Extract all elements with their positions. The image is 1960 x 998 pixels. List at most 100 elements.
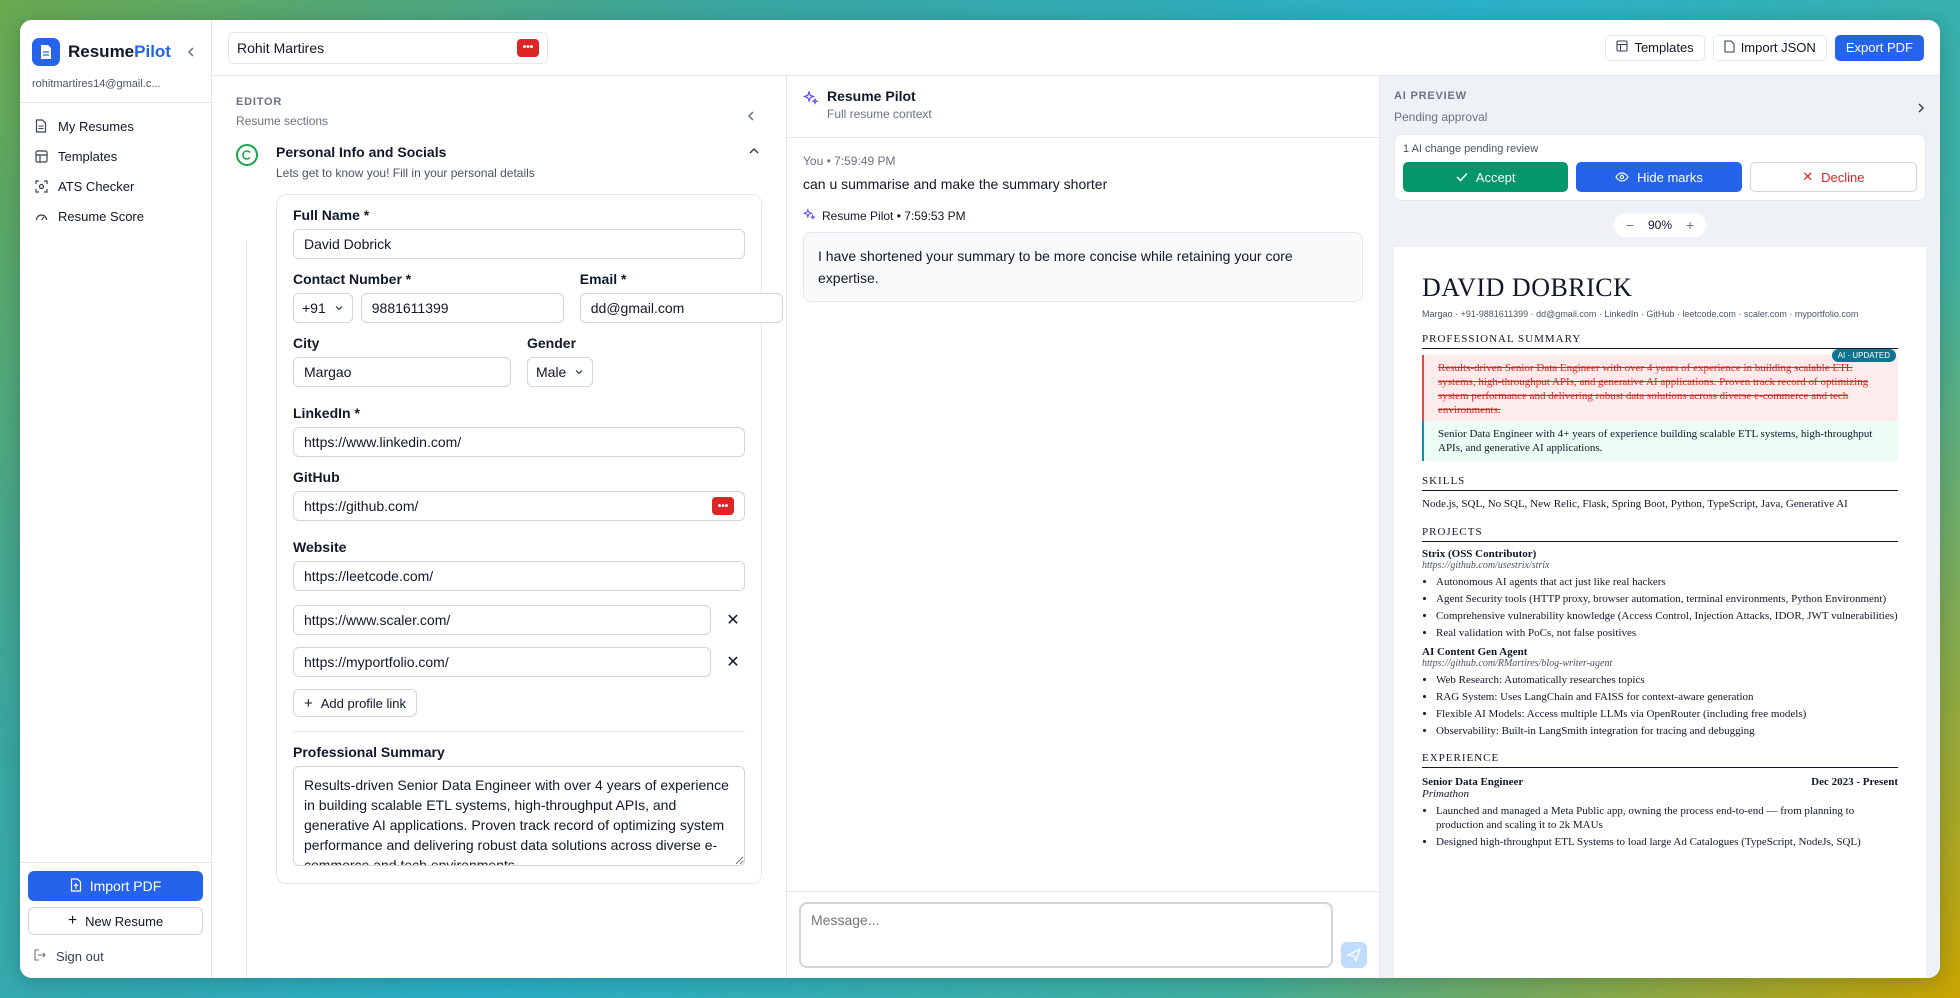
email-input[interactable] <box>590 300 772 316</box>
gender-select[interactable]: Male <box>527 357 594 387</box>
country-code-select[interactable]: +91 <box>293 293 353 323</box>
scan-icon <box>34 179 48 193</box>
sidebar-item-label: ATS Checker <box>58 178 135 194</box>
list-item: Web Research: Automatically researches t… <box>1436 673 1898 687</box>
zoom-control: − 90% + <box>1613 213 1707 237</box>
export-pdf-button[interactable]: Export PDF <box>1834 34 1924 61</box>
new-resume-label: New Resume <box>85 913 164 929</box>
chevron-up-icon[interactable] <box>748 144 762 162</box>
import-pdf-label: Import PDF <box>89 878 162 894</box>
accept-button[interactable]: Accept <box>1403 162 1569 192</box>
layout-icon <box>34 149 48 163</box>
main-area: ••• Templates Import JSON Export PDF <box>212 20 1940 978</box>
zoom-out-minus-icon[interactable]: − <box>1626 217 1634 233</box>
remove-link-close-icon[interactable]: ✕ <box>721 608 745 632</box>
collapse-editor-chevron-left-icon[interactable] <box>746 108 762 124</box>
professional-summary-textarea[interactable]: Results-driven Senior Data Engineer with… <box>293 766 745 866</box>
phone-input[interactable] <box>371 300 553 316</box>
section-timeline <box>246 241 247 978</box>
add-profile-link-button[interactable]: + Add profile link <box>293 689 418 717</box>
sidebar-item-my-resumes[interactable]: My Resumes <box>26 111 205 141</box>
chat-header: Resume Pilot Full resume context <box>787 76 1379 138</box>
sidebar-item-resume-score[interactable]: Resume Score <box>26 201 205 231</box>
resume-contact: Margao · +91-9881611399 · dd@gmail.com ·… <box>1422 309 1859 319</box>
resume-section-heading: SKILLS <box>1422 475 1898 491</box>
chat-input-bar <box>787 891 1379 978</box>
section-personal-info-header[interactable]: Personal Info and Socials Lets get to kn… <box>236 144 762 180</box>
city-label: City <box>293 335 320 351</box>
profile-link-input[interactable] <box>304 612 700 628</box>
profile-link-input[interactable] <box>304 654 700 670</box>
message-input[interactable] <box>799 902 1333 968</box>
sidebar-bottom: Import PDF + New Resume Sign out <box>20 862 211 978</box>
website-input[interactable] <box>304 568 734 584</box>
decline-button[interactable]: ✕ Decline <box>1749 162 1917 192</box>
city-input[interactable] <box>304 364 500 380</box>
import-pdf-button[interactable]: Import PDF <box>28 871 203 901</box>
sidebar-item-templates[interactable]: Templates <box>26 141 205 171</box>
list-item: Observability: Built-in LangSmith integr… <box>1436 724 1898 738</box>
import-json-button[interactable]: Import JSON <box>1712 34 1827 61</box>
password-manager-icon[interactable]: ••• <box>517 38 539 57</box>
list-item: Launched and managed a Meta Public app, … <box>1436 804 1898 832</box>
section-title: Personal Info and Socials <box>276 144 447 160</box>
sidebar-item-label: Templates <box>58 148 118 164</box>
list-item: RAG System: Uses LangChain and FAISS for… <box>1436 690 1898 704</box>
send-icon[interactable] <box>1341 942 1367 968</box>
resume-section-heading: PROJECTS <box>1422 526 1898 542</box>
remove-link-close-icon[interactable]: ✕ <box>721 650 745 674</box>
collapse-preview-chevron-right-icon[interactable] <box>1916 100 1926 118</box>
assistant-meta-text: Resume Pilot • 7:59:53 PM <box>822 209 966 223</box>
collapse-sidebar-chevron-left-icon[interactable] <box>181 42 201 62</box>
password-manager-icon[interactable]: ••• <box>712 497 734 515</box>
full-name-input[interactable] <box>304 236 734 252</box>
progress-circle-icon <box>236 144 258 166</box>
hide-marks-button[interactable]: Hide marks <box>1576 162 1742 192</box>
sparkles-icon <box>802 208 816 224</box>
project-title: Strix (OSS Contributor) <box>1422 548 1537 560</box>
summary-old-text: Results-driven Senior Data Engineer with… <box>1422 355 1898 421</box>
experience-company: Primathon <box>1422 788 1470 800</box>
check-icon <box>1456 170 1468 185</box>
close-icon: ✕ <box>1802 169 1814 184</box>
divider <box>293 731 745 732</box>
resume-skills: Node.js, SQL, No SQL, New Relic, Flask, … <box>1422 498 1848 510</box>
resume-section-heading: EXPERIENCE <box>1422 752 1898 768</box>
professional-summary-label: Professional Summary <box>293 744 445 760</box>
linkedin-input[interactable] <box>304 434 734 450</box>
ai-updated-badge: AI · UPDATED <box>1831 349 1896 362</box>
github-input[interactable] <box>304 498 712 514</box>
resume-title-field: ••• <box>228 31 548 64</box>
file-json-icon <box>1724 39 1735 56</box>
review-actions: Accept Hide marks ✕ Decline <box>1403 162 1917 192</box>
assistant-message-meta: Resume Pilot • 7:59:53 PM <box>802 208 1363 224</box>
resume-title-input[interactable] <box>237 39 517 56</box>
project-bullets: Web Research: Automatically researches t… <box>1436 673 1898 738</box>
website-label: Website <box>293 539 347 555</box>
new-resume-button[interactable]: + New Resume <box>28 907 203 935</box>
sign-out-link[interactable]: Sign out <box>28 935 203 970</box>
country-code-value: +91 <box>302 300 326 316</box>
eye-icon <box>1615 170 1629 185</box>
linkedin-label: LinkedIn * <box>293 405 360 421</box>
templates-button[interactable]: Templates <box>1605 34 1705 61</box>
layout-icon <box>1616 40 1628 55</box>
resume-pilot-logo-icon <box>32 38 60 66</box>
email-label: Email * <box>579 271 627 287</box>
user-message: can u summarise and make the summary sho… <box>803 176 1108 192</box>
gauge-icon <box>34 209 48 223</box>
plus-icon: + <box>304 694 313 712</box>
chevron-down-icon <box>574 364 584 380</box>
editor-sub: Resume sections <box>236 114 329 128</box>
zoom-in-plus-icon[interactable]: + <box>1686 217 1694 233</box>
chat-messages: You • 7:59:49 PM can u summarise and mak… <box>787 138 1379 891</box>
app-window: ResumePilot rohitmartires14@gmail.c... M… <box>20 20 1940 978</box>
chat-subtitle: Full resume context <box>827 107 932 121</box>
topbar: ••• Templates Import JSON Export PDF <box>212 20 1940 76</box>
github-label: GitHub <box>293 469 340 485</box>
gender-value: Male <box>536 364 567 380</box>
chevron-down-icon <box>334 300 344 316</box>
chat-title: Resume Pilot <box>827 88 916 104</box>
review-card: 1 AI change pending review Accept Hide m… <box>1394 134 1926 201</box>
sidebar-item-ats-checker[interactable]: ATS Checker <box>26 171 205 201</box>
